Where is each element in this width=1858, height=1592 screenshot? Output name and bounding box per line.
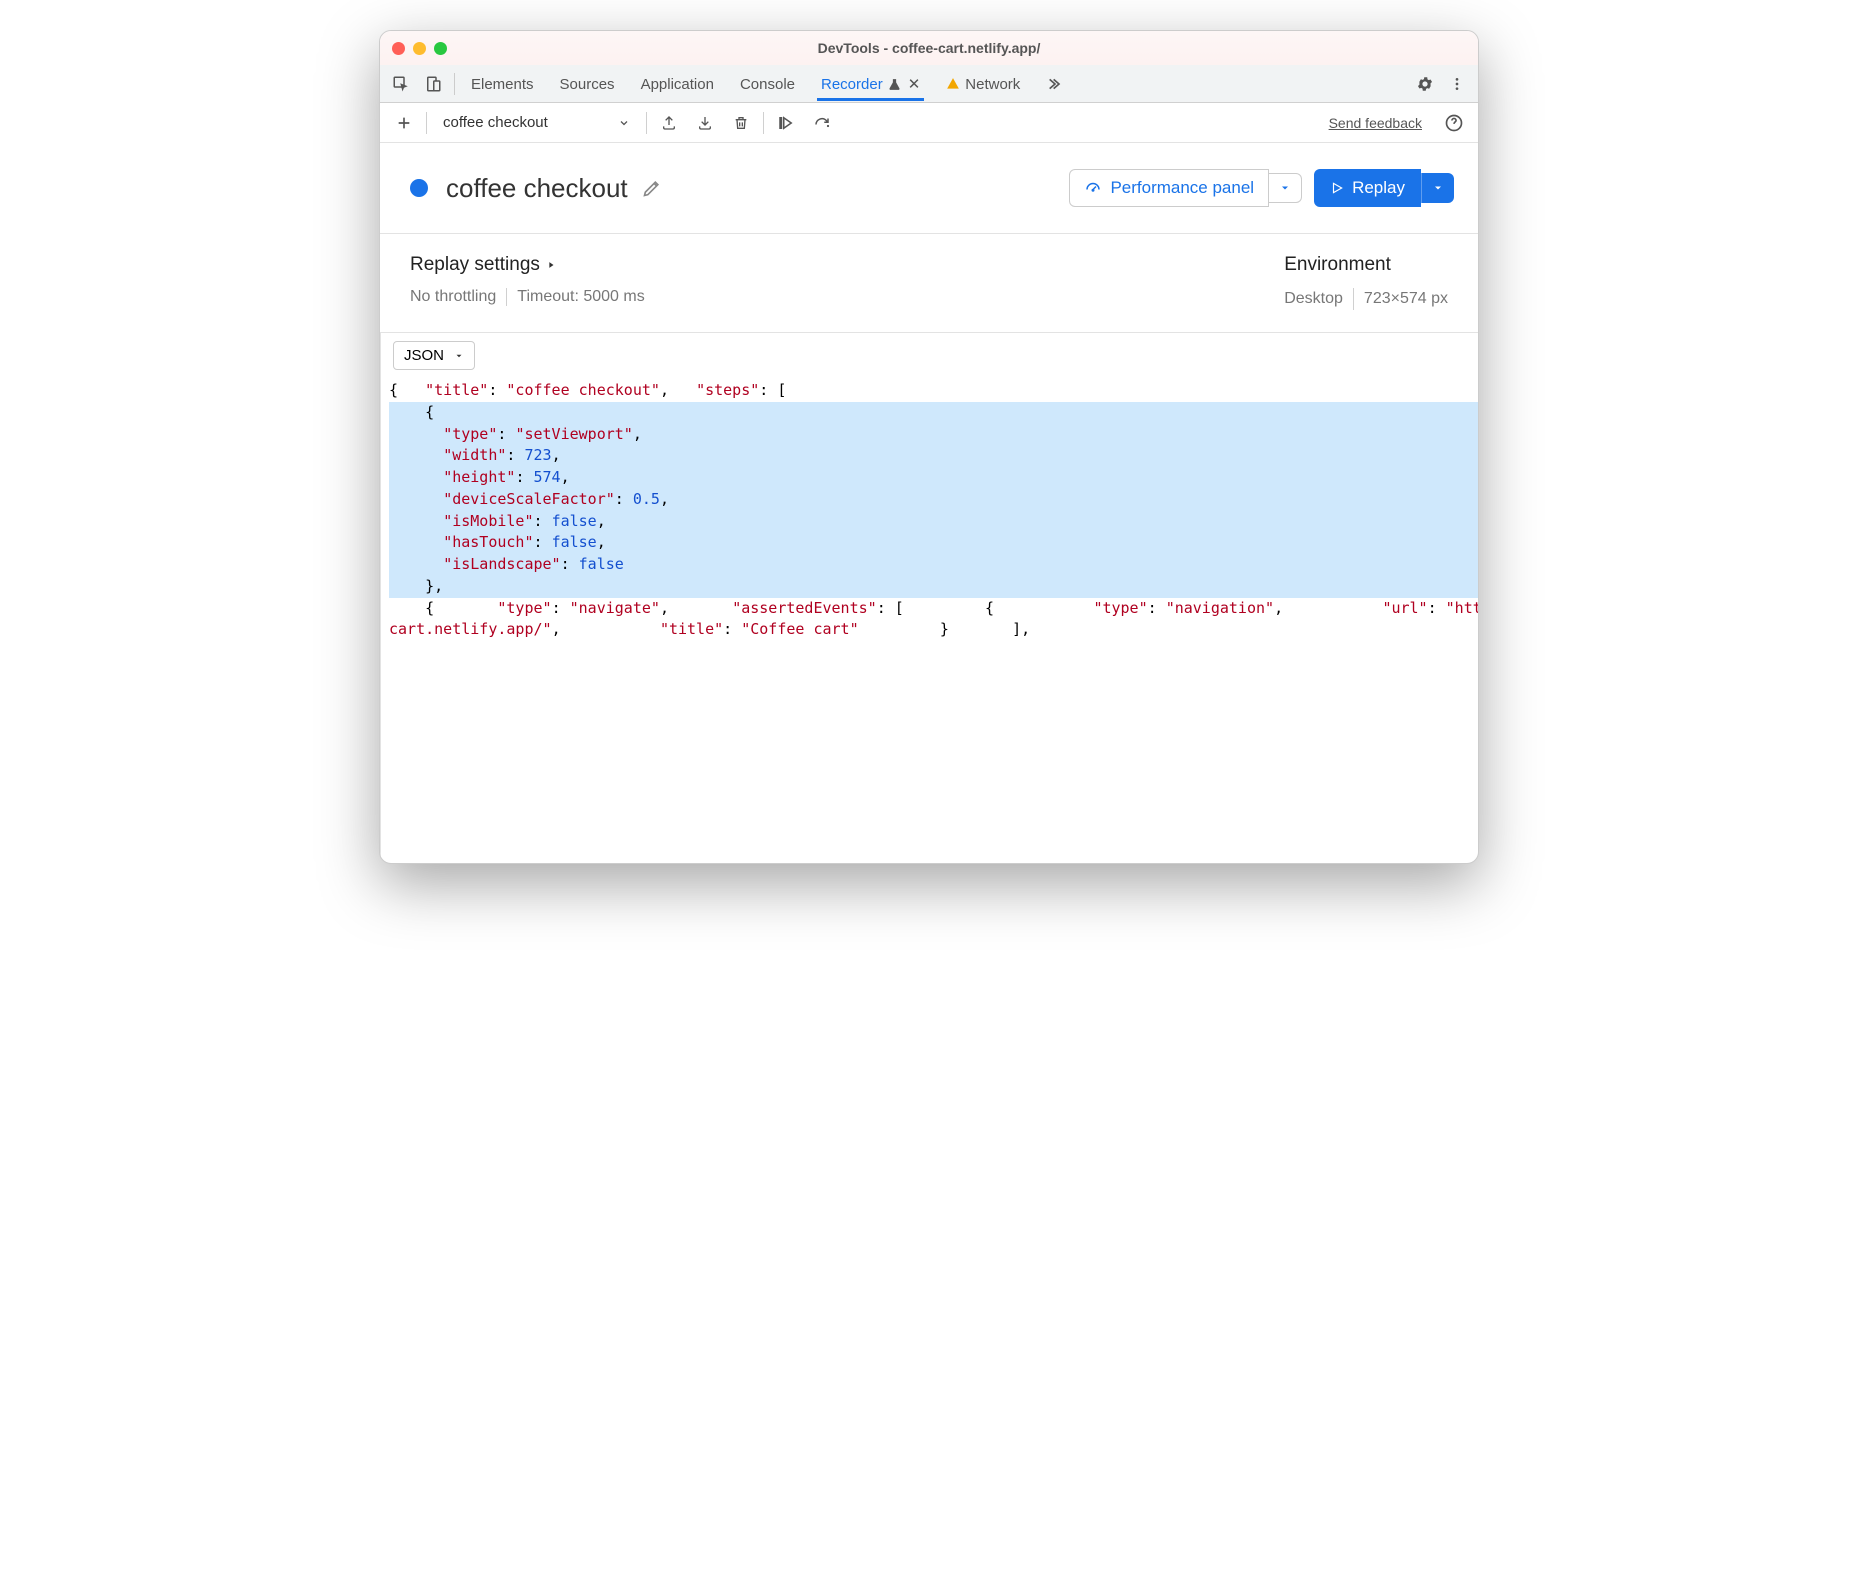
tab-recorder-label: Recorder — [821, 76, 883, 93]
tab-recorder[interactable]: Recorder ✕ — [817, 67, 924, 100]
settings-bar: Replay settings No throttling Timeout: 5… — [380, 234, 1478, 333]
performance-panel-button[interactable]: Performance panel — [1069, 169, 1269, 207]
devtools-window: DevTools - coffee-cart.netlify.app/ Elem… — [379, 30, 1479, 864]
chevron-right-icon — [546, 260, 556, 270]
chevron-down-icon — [618, 117, 630, 129]
device-value: Desktop — [1284, 290, 1343, 308]
new-recording-icon[interactable] — [390, 109, 418, 137]
environment-label: Environment — [1284, 254, 1448, 276]
titlebar: DevTools - coffee-cart.netlify.app/ — [380, 31, 1478, 65]
replay-settings-toggle[interactable]: Replay settings — [410, 254, 1284, 276]
replay-settings-meta: No throttling Timeout: 5000 ms — [410, 288, 1284, 306]
minimize-window-button[interactable] — [413, 42, 426, 55]
environment-meta: Desktop 723×574 px — [1284, 288, 1448, 310]
tab-console[interactable]: Console — [736, 67, 799, 100]
tab-sources[interactable]: Sources — [556, 67, 619, 100]
timeout-value: Timeout: 5000 ms — [517, 288, 644, 306]
inspect-element-icon[interactable] — [386, 69, 416, 99]
import-icon[interactable] — [691, 109, 719, 137]
traffic-lights — [392, 42, 447, 55]
replay-dropdown[interactable] — [1421, 173, 1454, 203]
gauge-icon — [1084, 179, 1102, 197]
replay-settings-label: Replay settings — [410, 254, 540, 276]
recorder-toolbar: coffee checkout Send feedback — [380, 103, 1478, 143]
tab-network-label: Network — [965, 76, 1020, 93]
code-output[interactable]: { "title": "coffee checkout", "steps": [… — [381, 376, 1479, 863]
code-export-pane: JSON ✕ { "title": "coffee checkout", "st… — [380, 333, 1479, 863]
export-icon[interactable] — [655, 109, 683, 137]
recording-status-dot — [410, 179, 428, 197]
window-title: DevTools - coffee-cart.netlify.app/ — [380, 40, 1478, 56]
send-feedback-link[interactable]: Send feedback — [1329, 115, 1422, 131]
tab-network[interactable]: Network — [942, 67, 1024, 100]
replay-button[interactable]: Replay — [1314, 169, 1421, 207]
redo-step-icon[interactable] — [808, 109, 836, 137]
tab-elements[interactable]: Elements — [467, 67, 538, 100]
flask-icon — [888, 78, 901, 91]
close-window-button[interactable] — [392, 42, 405, 55]
maximize-window-button[interactable] — [434, 42, 447, 55]
viewport-value: 723×574 px — [1364, 290, 1448, 308]
device-toggle-icon[interactable] — [418, 69, 448, 99]
code-export-header: JSON ✕ — [381, 333, 1479, 376]
performance-panel-dropdown[interactable] — [1269, 173, 1302, 203]
settings-gear-icon[interactable] — [1410, 69, 1440, 99]
format-value: JSON — [404, 347, 444, 364]
selected-recording-name: coffee checkout — [443, 114, 548, 131]
recording-title: coffee checkout — [446, 173, 628, 204]
recorder-body: Current page ⋮ ▶ Set viewport ⋮ ▶ — [380, 333, 1478, 863]
throttling-value: No throttling — [410, 288, 496, 306]
panel-tabs: Elements Sources Application Console Rec… — [467, 67, 1024, 100]
help-icon[interactable] — [1440, 109, 1468, 137]
replay-label: Replay — [1352, 178, 1405, 198]
tab-application[interactable]: Application — [637, 67, 718, 100]
recording-selector[interactable]: coffee checkout — [435, 110, 638, 135]
devtools-tabstrip: Elements Sources Application Console Rec… — [380, 65, 1478, 103]
edit-title-icon[interactable] — [642, 178, 662, 198]
more-tabs-icon[interactable] — [1038, 69, 1068, 99]
warning-icon — [946, 77, 960, 91]
close-tab-icon[interactable]: ✕ — [908, 75, 921, 93]
performance-panel-label: Performance panel — [1110, 178, 1254, 198]
kebab-menu-icon[interactable] — [1442, 69, 1472, 99]
chevron-down-icon — [454, 351, 464, 361]
format-selector[interactable]: JSON — [393, 341, 475, 370]
delete-icon[interactable] — [727, 109, 755, 137]
play-icon — [1330, 181, 1344, 195]
step-forward-icon[interactable] — [772, 109, 800, 137]
recording-header: coffee checkout Performance panel Replay — [380, 143, 1478, 234]
